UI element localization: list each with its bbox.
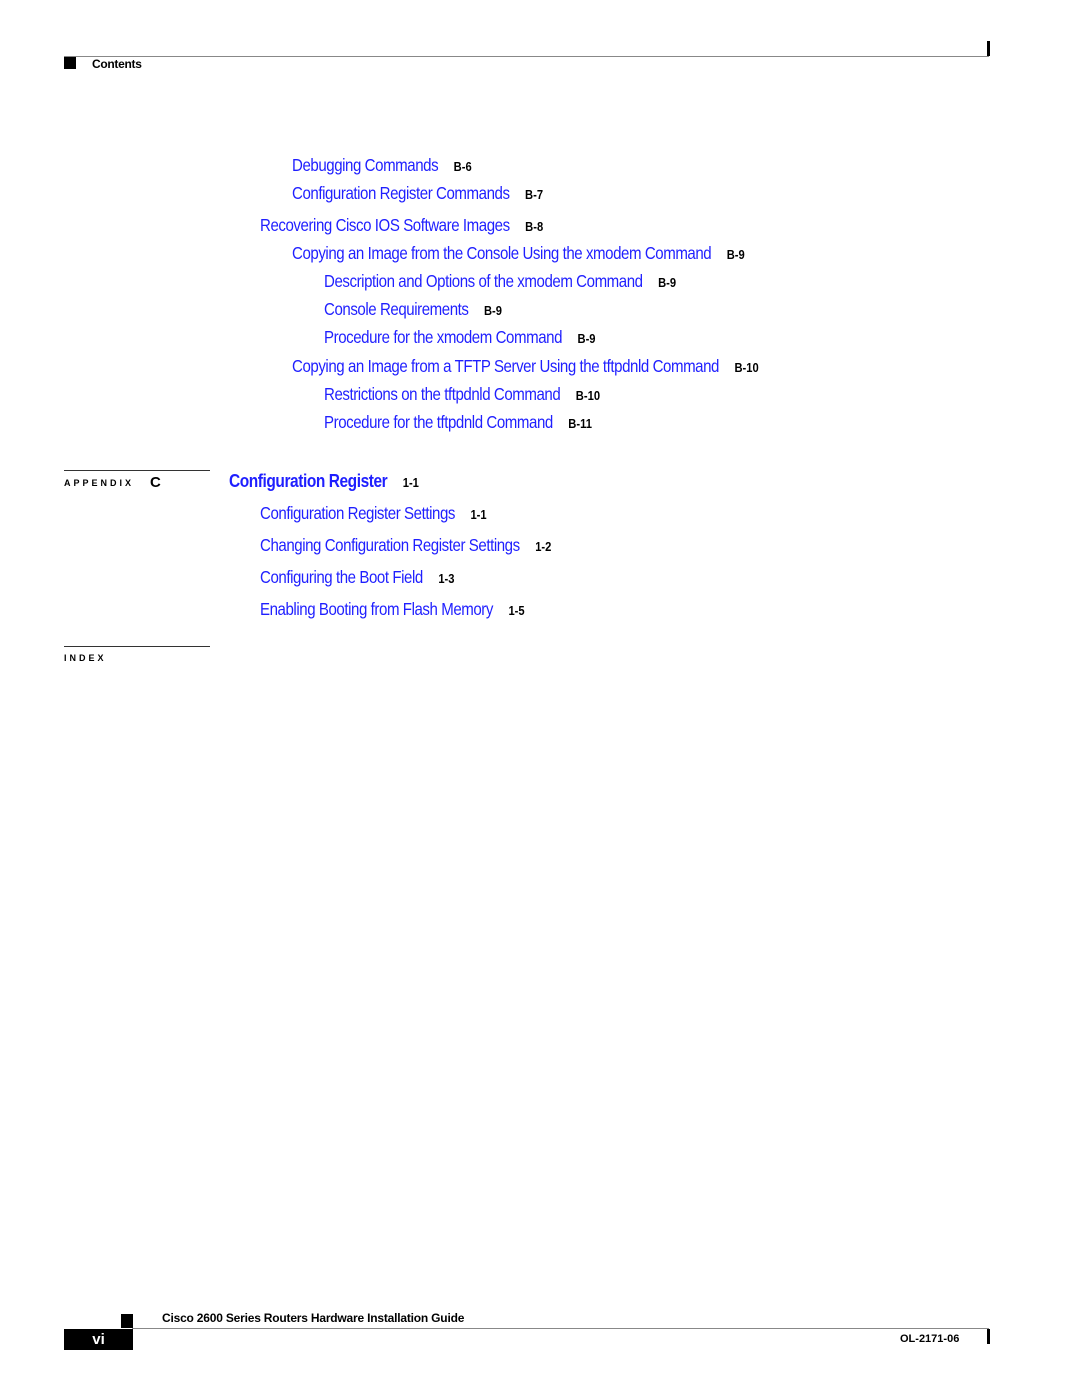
toc-entry-page: B-9: [658, 275, 677, 290]
toc-entry-page: B-9: [726, 247, 745, 262]
appendix-title[interactable]: Configuration Register: [229, 471, 388, 491]
toc-entry-page: B-10: [734, 360, 759, 375]
toc-entry-page: 1-1: [470, 507, 487, 522]
toc-entry-page: 1-3: [438, 571, 455, 586]
toc-entry-title[interactable]: Procedure for the xmodem Command: [324, 327, 562, 347]
toc-entry-title[interactable]: Changing Configuration Register Settings: [260, 535, 520, 555]
toc-entry-title[interactable]: Description and Options of the xmodem Co…: [324, 271, 643, 291]
toc-entry-page: B-8: [525, 219, 544, 234]
toc-entry-title[interactable]: Configuring the Boot Field: [260, 567, 423, 587]
toc-entry-page: B-7: [525, 187, 544, 202]
toc-entry-page: B-9: [577, 331, 596, 346]
toc-entry-title[interactable]: Debugging Commands: [292, 155, 439, 175]
header-rule: [64, 56, 989, 57]
toc-entry[interactable]: Configuration Register Commands B-7: [292, 183, 543, 204]
toc-entry-page: B-11: [568, 416, 592, 431]
toc-entry[interactable]: Procedure for the xmodem Command B-9: [324, 327, 596, 348]
toc-entry-page: B-9: [483, 303, 502, 318]
toc-entry[interactable]: Console Requirements B-9: [324, 299, 502, 320]
footer-page-number: vi: [64, 1329, 133, 1350]
toc-entry[interactable]: Debugging Commands B-6: [292, 155, 472, 176]
index-rule: [64, 646, 210, 647]
toc-entry-title[interactable]: Enabling Booting from Flash Memory: [260, 599, 493, 619]
toc-entry[interactable]: Enabling Booting from Flash Memory 1-5: [260, 599, 525, 620]
footer-change-bar: [987, 1329, 990, 1344]
toc-entry-title[interactable]: Console Requirements: [324, 299, 469, 319]
toc-entry-page: 1-5: [508, 603, 525, 618]
header-marker: [64, 57, 76, 69]
header-change-bar: [987, 41, 990, 56]
toc-entry-title[interactable]: Copying an Image from a TFTP Server Usin…: [292, 356, 719, 376]
toc-entry-title[interactable]: Configuration Register Commands: [292, 183, 510, 203]
appendix-letter: C: [150, 474, 161, 491]
toc-entry-title[interactable]: Configuration Register Settings: [260, 503, 455, 523]
toc-entry-page: 1-2: [535, 539, 552, 554]
toc-entry-title[interactable]: Procedure for the tftpdnld Command: [324, 412, 553, 432]
toc-entry[interactable]: Copying an Image from a TFTP Server Usin…: [292, 356, 759, 377]
appendix-rule: [64, 470, 210, 471]
toc-entry[interactable]: Configuring the Boot Field 1-3: [260, 567, 454, 588]
footer-rule: [132, 1328, 989, 1329]
toc-entry[interactable]: Description and Options of the xmodem Co…: [324, 271, 676, 292]
header-section-label: Contents: [92, 57, 142, 71]
appendix-label: APPENDIX: [64, 478, 135, 488]
toc-entry-title[interactable]: Recovering Cisco IOS Software Images: [260, 215, 510, 235]
footer-marker: [121, 1314, 133, 1328]
toc-entry[interactable]: Changing Configuration Register Settings…: [260, 535, 551, 556]
toc-entry[interactable]: Procedure for the tftpdnld Command B-11: [324, 412, 592, 433]
toc-entry-page: B-10: [575, 388, 601, 403]
appendix-title-page: 1-1: [402, 475, 419, 490]
toc-entry[interactable]: Restrictions on the tftpdnld Command B-10: [324, 384, 600, 405]
index-label[interactable]: INDEX: [64, 653, 107, 663]
toc-entry-page: B-6: [453, 159, 472, 174]
toc-entry[interactable]: Recovering Cisco IOS Software Images B-8: [260, 215, 543, 236]
toc-entry[interactable]: Configuration Register Settings 1-1: [260, 503, 487, 524]
appendix-title-entry[interactable]: Configuration Register 1-1: [229, 471, 419, 492]
toc-entry-title[interactable]: Restrictions on the tftpdnld Command: [324, 384, 561, 404]
toc-entry[interactable]: Copying an Image from the Console Using …: [292, 243, 745, 264]
footer-book-title: Cisco 2600 Series Routers Hardware Insta…: [162, 1311, 465, 1325]
footer-doc-number: OL-2171-06: [900, 1333, 960, 1345]
toc-entry-title[interactable]: Copying an Image from the Console Using …: [292, 243, 712, 263]
